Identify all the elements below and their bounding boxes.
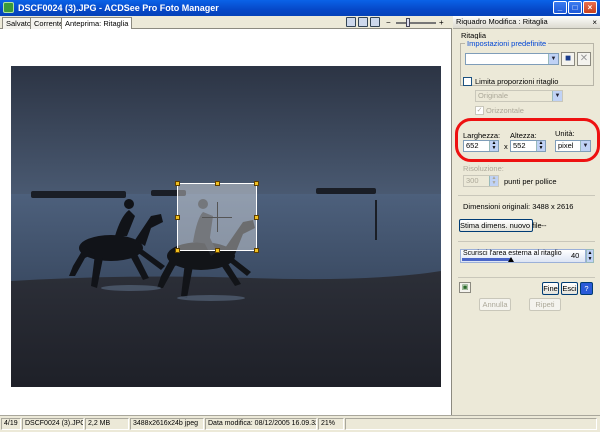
crop-selection[interactable] [175,181,259,253]
status-dimensions: 3488x2616x24b jpeg [130,418,204,430]
darken-spinner-icon[interactable]: ▲ ▼ [586,249,594,263]
darken-slider-handle[interactable] [507,257,514,262]
darken-value: 40 [571,251,580,260]
undo-button[interactable]: Annulla [479,298,511,311]
original-dimensions: Dimensioni originali: 3488 x 2616 [463,202,574,211]
maximize-button[interactable]: □ [568,1,582,14]
status-bar: 4/19 DSCF0024 (3).JPG 2,2 MB 3488x2616x2… [0,415,600,432]
panel-header: Riquadro Modifica : Ritaglia × [453,16,600,29]
crop-handle-top[interactable] [215,181,220,186]
status-filesize: 2,2 MB [85,418,129,430]
horizontal-checkbox[interactable]: ✓ [475,106,484,115]
darken-slider-fill [462,258,512,261]
status-filename: DSCF0024 (3).JPG [22,418,84,430]
image-options-icon[interactable]: ▣ [459,282,471,293]
presets-legend: Impostazioni predefinite [465,39,549,48]
red-annotation-circle [455,118,600,162]
chevron-down-icon: ▼ [548,54,558,64]
divider [458,241,595,242]
horizontal-label: Orizzontale [486,106,524,115]
image-canvas[interactable] [0,29,452,415]
crop-handle-top-left[interactable] [175,181,180,186]
fit-window-icon[interactable] [346,17,356,27]
limit-ratio-label: Limita proporzioni ritaglio [475,77,559,86]
close-button[interactable]: × [583,1,597,14]
status-modified-date: Data modifica: 08/12/2005 16.09.32 [205,418,317,430]
crop-handle-right[interactable] [254,215,259,220]
help-icon[interactable]: ? [580,282,593,295]
panel-close-icon[interactable]: × [592,17,597,29]
save-preset-icon[interactable]: ■ [561,52,575,66]
resolution-spinner-icon[interactable]: ▲ ▼ [489,176,498,186]
status-zoom: 21% [318,418,344,430]
crop-handle-top-right[interactable] [254,181,259,186]
darken-outside-slider[interactable]: Scurisci l'area esterna al ritaglio [460,249,586,263]
crop-handle-left[interactable] [175,215,180,220]
zoom-slider-track[interactable] [396,22,436,24]
actual-size-icon[interactable] [358,17,368,27]
ratio-select[interactable]: Originale ▼ [475,90,563,102]
crop-handle-bottom[interactable] [215,248,220,253]
status-empty [345,418,597,430]
preset-select[interactable]: ▼ [465,53,559,65]
window-title: DSCF0024 (3).JPG - ACDSee Pro Foto Manag… [18,3,219,13]
resolution-unit-label: punti per pollice [504,177,557,186]
zoom-out-icon[interactable]: − [386,18,391,27]
title-bar: DSCF0024 (3).JPG - ACDSee Pro Foto Manag… [0,0,600,16]
edit-panel: Riquadro Modifica : Ritaglia × Ritaglia … [453,16,600,415]
exit-button[interactable]: Esci [561,282,578,295]
panel-title: Riquadro Modifica : Ritaglia [456,17,548,26]
finish-button[interactable]: Fine [542,282,559,295]
status-index: 4/19 [1,418,21,430]
limit-ratio-checkbox[interactable] [463,77,472,86]
divider [458,277,595,278]
ratio-select-value: Originale [478,91,509,100]
crop-crosshair-vertical [217,202,218,232]
crop-handle-bottom-right[interactable] [254,248,259,253]
resolution-input[interactable]: 300 ▲ ▼ [463,175,499,187]
view-tabs-bar: Salvato Corrente Anteprima: Ritaglia − + [0,16,452,30]
chevron-down-icon: ▼ [552,91,562,101]
zoom-in-icon[interactable]: + [439,18,444,27]
resolution-value: 300 [466,176,479,185]
estimate-result: --- [539,221,547,230]
delete-preset-icon[interactable]: ✕ [577,52,591,66]
zoom-icon[interactable] [370,17,380,27]
divider [458,195,595,196]
minimize-button[interactable]: _ [553,1,567,14]
darken-outside-label: Scurisci l'area esterna al ritaglio [463,250,562,257]
app-icon [3,2,14,13]
zoom-slider-handle[interactable] [406,18,410,27]
redo-button[interactable]: Ripeti [529,298,561,311]
resolution-label: Risoluzione: [463,164,504,173]
crop-handle-bottom-left[interactable] [175,248,180,253]
estimate-size-button[interactable]: Stima dimens. nuovo file [459,219,542,232]
